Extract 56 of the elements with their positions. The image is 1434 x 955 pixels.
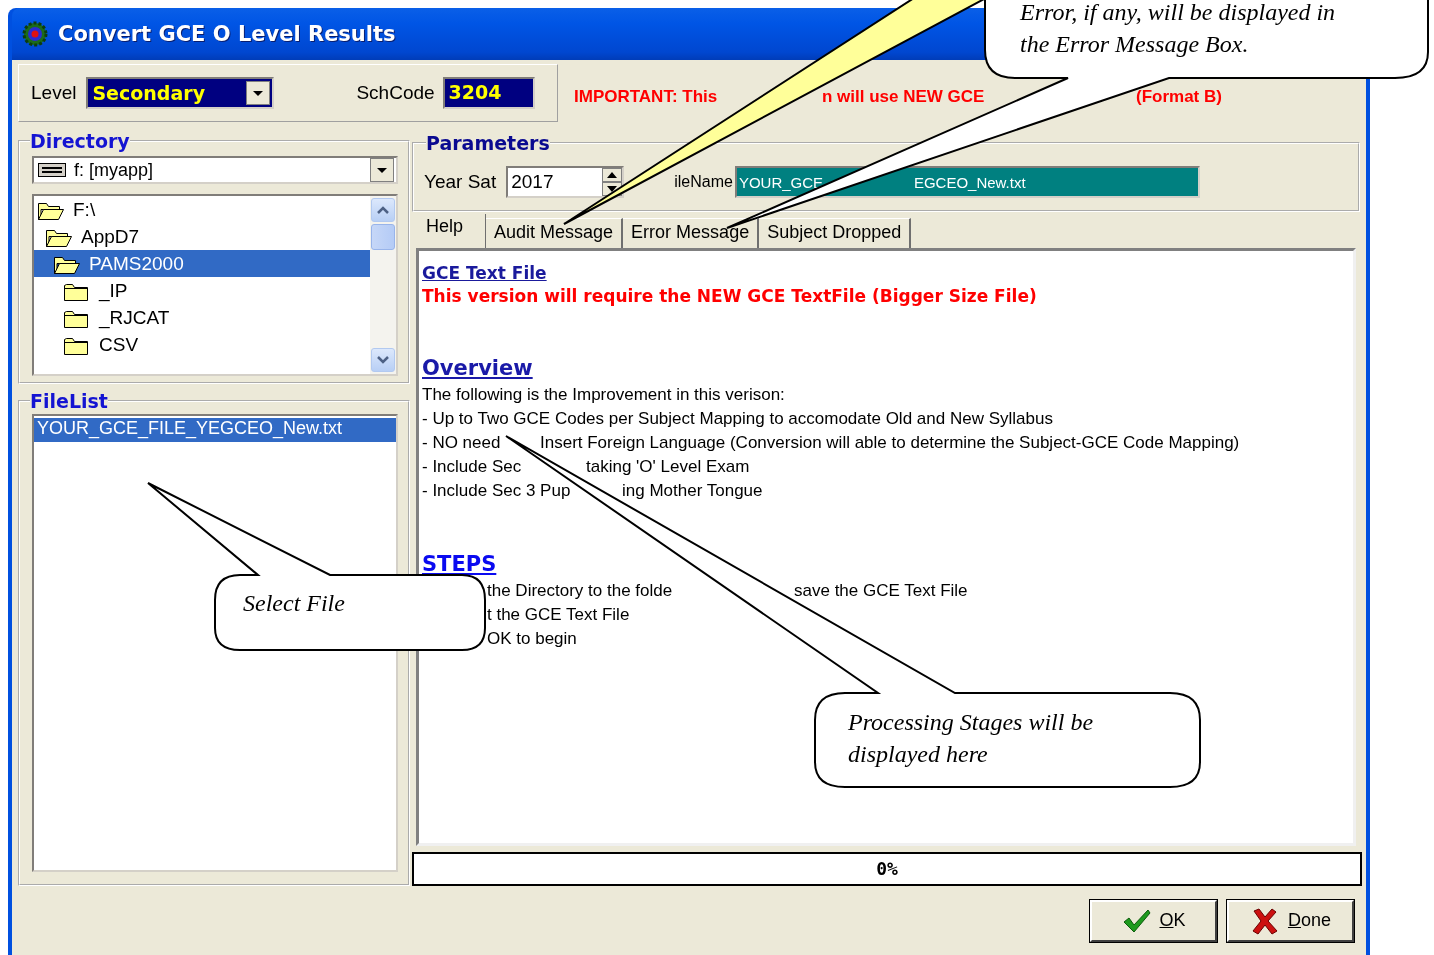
schcode-field[interactable]: 3204 [442, 77, 535, 109]
step-text: the Directory to the folde [487, 580, 674, 602]
help-text: - Include Sec 3 Pup [422, 480, 572, 502]
folder-item[interactable]: _IP [34, 277, 370, 304]
help-text: - Include Sec [422, 456, 523, 478]
callout-text: Select File [243, 589, 345, 618]
drive-icon [38, 162, 66, 178]
level-label: Level [31, 82, 77, 104]
notice-text: (Format B) [1136, 87, 1222, 107]
help-text: The following is the Improvement in this verison: [422, 384, 785, 406]
section-heading[interactable]: STEPS [422, 553, 497, 575]
app-icon [22, 21, 48, 47]
scrollbar-thumb[interactable] [371, 224, 395, 250]
progress-text: 0% [876, 858, 898, 879]
tab[interactable]: Subject Dropped [759, 218, 912, 248]
drive-dropdown[interactable]: f: [myapp] [32, 156, 398, 184]
callout-text: Processing Stages will be displayed here [848, 708, 1094, 769]
folder-item[interactable]: CSV [34, 331, 370, 358]
filename-field[interactable]: YOUR_GCE EGCEO_New.txt [734, 166, 1200, 198]
callout-text: Error, if any, will be displayed in the Error Message Box. [1020, 0, 1336, 59]
scroll-down-button[interactable] [371, 348, 395, 372]
done-button[interactable]: Done [1227, 899, 1354, 942]
help-link[interactable]: GCE Text File [422, 261, 547, 285]
help-text: - NO need [422, 432, 502, 454]
scroll-up-button[interactable] [371, 198, 395, 222]
window-title: Convert GCE O Level Results [58, 22, 396, 46]
group-title: FileList [30, 390, 108, 412]
help-text: taking 'O' Level Exam [586, 456, 750, 478]
file-item[interactable]: YOUR_GCE_FILE_YEGCEO_New.txt [34, 418, 396, 442]
step-text: t the GCE Text File [487, 604, 630, 626]
group-title: Directory [30, 130, 130, 152]
section-heading[interactable]: Overview [422, 357, 533, 379]
filename-label: ileName [674, 173, 733, 191]
step-text: save the GCE Text File [794, 580, 968, 602]
help-text: ing Mother Tongue [622, 480, 763, 502]
tab[interactable]: Audit Message [486, 218, 624, 248]
level-dropdown[interactable]: Secondary [86, 77, 275, 109]
folder-item[interactable]: AppD7 [34, 223, 370, 250]
notice-text: IMPORTANT: This [574, 87, 719, 107]
folder-item[interactable]: PAMS2000 [34, 250, 370, 277]
help-text: Insert Foreign Language (Conversion will able to determine the Subject-GCE Code Mapping) [540, 432, 1240, 454]
scroll-up-icon [377, 206, 389, 214]
schcode-label: SchCode [356, 82, 435, 104]
year-spinner[interactable]: 2017 [506, 166, 625, 198]
notice-text: n will use NEW GCE [822, 87, 986, 107]
ok-button[interactable]: OK [1090, 899, 1217, 942]
tab[interactable]: Error Message [623, 218, 760, 248]
folder-item[interactable]: _RJCAT [34, 304, 370, 331]
warning-text: This version will require the NEW GCE TextFile (Bigger Size File) [422, 285, 1037, 307]
year-label: Year Sat [424, 171, 497, 193]
help-text: - Up to Two GCE Codes per Subject Mapping to accomodate Old and New Syllabus [422, 408, 1053, 430]
step-text: OK to begin [487, 628, 577, 650]
scrollbar[interactable] [370, 196, 396, 374]
group-title: Parameters [426, 132, 550, 154]
folder-item[interactable]: F:\ [34, 196, 370, 223]
scroll-down-icon [377, 356, 389, 364]
